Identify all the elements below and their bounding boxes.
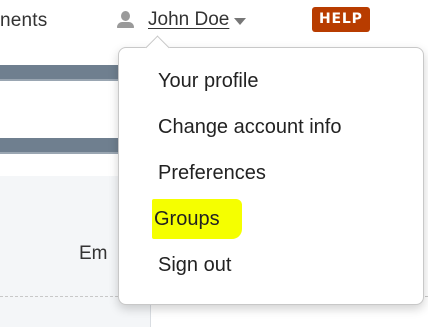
caret-down-icon bbox=[234, 17, 247, 25]
user-menu-trigger[interactable]: John Doe bbox=[116, 6, 247, 34]
menu-item-preferences[interactable]: Preferences bbox=[119, 150, 423, 196]
menu-item-sign-out[interactable]: Sign out bbox=[119, 242, 423, 288]
help-button[interactable]: HELP bbox=[312, 7, 370, 32]
column-header-partial: Em bbox=[79, 243, 108, 264]
menu-item-groups[interactable]: Groups bbox=[119, 196, 423, 242]
menu-item-your-profile[interactable]: Your profile bbox=[119, 58, 423, 104]
user-menu-list: Your profile Change account info Prefere… bbox=[119, 58, 423, 288]
menu-item-label: Your profile bbox=[158, 70, 259, 92]
user-dropdown-menu: Your profile Change account info Prefere… bbox=[118, 47, 424, 305]
menu-item-label: Change account info bbox=[158, 116, 342, 138]
user-icon bbox=[116, 9, 136, 31]
user-name-link[interactable]: John Doe bbox=[148, 9, 229, 31]
menu-item-change-account-info[interactable]: Change account info bbox=[119, 104, 423, 150]
nav-item-partial[interactable]: nents bbox=[0, 10, 47, 32]
menu-item-label: Preferences bbox=[158, 162, 266, 184]
menu-item-label: Groups bbox=[152, 199, 242, 239]
menu-item-label: Sign out bbox=[158, 254, 232, 276]
